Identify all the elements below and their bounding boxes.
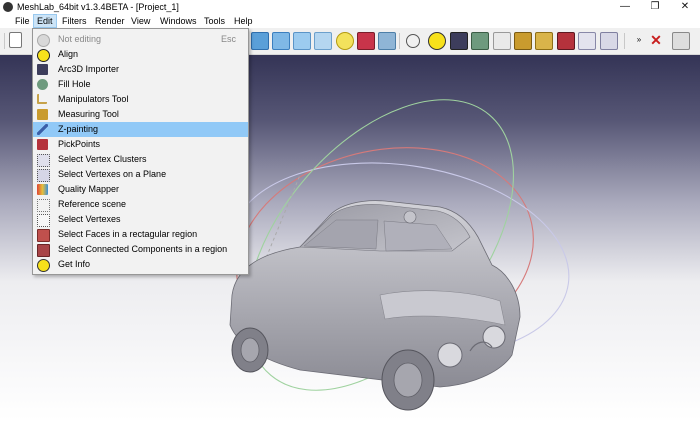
menu-item-label: Select Faces in a rectagular region	[58, 229, 198, 239]
menu-item-label: Select Vertex Clusters	[58, 154, 147, 164]
close-button[interactable]: ✕	[670, 0, 700, 14]
z-painting-tool-icon[interactable]	[535, 32, 553, 50]
z-painting-icon	[37, 124, 48, 135]
menu-item-select-vertexes[interactable]: Select Vertexes	[33, 212, 248, 227]
menu-windows[interactable]: Windows	[157, 14, 200, 28]
menu-tools[interactable]: Tools	[201, 14, 228, 28]
menu-item-label: Not editing	[58, 34, 102, 44]
menu-view[interactable]: View	[128, 14, 153, 28]
measuring-icon	[37, 109, 48, 120]
select-faces-icon	[37, 229, 50, 242]
menu-item-label: Align	[58, 49, 79, 59]
fill-hole-icon	[37, 79, 48, 90]
menu-item-fill-hole[interactable]: Fill Hole	[33, 77, 248, 92]
menu-item-label: Select Connected Components in a region	[58, 244, 228, 254]
menu-item-label: Manipulators Tool	[58, 94, 129, 104]
menu-item-label: Z-painting	[58, 124, 99, 134]
shortcut-label: Esc	[220, 34, 236, 44]
menu-item-label: Quality Mapper	[58, 184, 120, 194]
crosshair-icon[interactable]	[406, 34, 420, 48]
menu-item-label: Fill Hole	[58, 79, 91, 89]
menu-item-z-painting[interactable]: Z-painting	[33, 122, 248, 137]
new-project-icon[interactable]	[9, 32, 22, 48]
menu-item-get-info[interactable]: Get Info	[33, 257, 248, 272]
menu-item-select-faces-rect[interactable]: Select Faces in a rectagular region	[33, 227, 248, 242]
menu-item-label: Measuring Tool	[58, 109, 119, 119]
menu-render[interactable]: Render	[92, 14, 128, 28]
not-editing-icon	[37, 34, 50, 47]
menu-item-label: Arc3D Importer	[58, 64, 120, 74]
menu-item-pickpoints[interactable]: PickPoints	[33, 137, 248, 152]
menu-item-label: Get Info	[58, 259, 91, 269]
restore-button[interactable]: ❐	[640, 0, 670, 14]
select-vertexes-icon	[37, 214, 50, 227]
toolbar-separator	[399, 33, 400, 49]
delete-tool-icon[interactable]: ✕	[648, 32, 664, 48]
menu-item-not-editing[interactable]: Not editing Esc	[33, 32, 248, 47]
menu-item-label: PickPoints	[58, 139, 101, 149]
car-model	[229, 200, 521, 411]
toolbar-overflow-icon[interactable]: »	[631, 32, 647, 48]
menu-item-select-connected-components[interactable]: Select Connected Components in a region	[33, 242, 248, 257]
toolbar-grip[interactable]	[4, 33, 5, 49]
connected-components-icon	[37, 244, 50, 257]
select-tool-icon[interactable]	[672, 32, 690, 50]
vertex-clusters-tool-icon[interactable]	[578, 32, 596, 50]
meshlab-app-icon	[3, 2, 13, 12]
menu-item-quality-mapper[interactable]: Quality Mapper	[33, 182, 248, 197]
window-title: MeshLab_64bit v1.3.4BETA - [Project_1]	[17, 2, 179, 12]
manipulators-tool-icon[interactable]	[493, 32, 511, 50]
pickpoints-icon	[37, 139, 48, 150]
get-info-icon	[37, 259, 50, 272]
menu-item-label: Reference scene	[58, 199, 127, 209]
toolbar-separator-2	[624, 33, 625, 49]
render-mode-4-icon[interactable]	[314, 32, 332, 50]
texture-mode-icon[interactable]	[378, 32, 396, 50]
menu-item-label: Select Vertexes on a Plane	[58, 169, 167, 179]
align-icon	[37, 49, 50, 62]
vertexes-plane-tool-icon[interactable]	[600, 32, 618, 50]
menu-item-label: Select Vertexes	[58, 214, 121, 224]
side-mirror	[403, 210, 417, 224]
left-headlight	[437, 342, 463, 368]
title-bar: MeshLab_64bit v1.3.4BETA - [Project_1] —…	[0, 0, 700, 14]
pickpoints-tool-icon[interactable]	[557, 32, 575, 50]
fill-hole-tool-icon[interactable]	[471, 32, 489, 50]
measuring-tool-icon[interactable]	[514, 32, 532, 50]
manipulators-icon	[37, 94, 47, 104]
menu-item-reference-scene[interactable]: Reference scene	[33, 197, 248, 212]
render-mode-1-icon[interactable]	[251, 32, 269, 50]
right-headlight	[482, 325, 506, 349]
menu-item-measuring-tool[interactable]: Measuring Tool	[33, 107, 248, 122]
menu-help[interactable]: Help	[231, 14, 256, 28]
light-bulb-icon[interactable]	[336, 32, 354, 50]
arc3d-icon	[37, 64, 48, 75]
reference-scene-icon	[37, 199, 50, 212]
color-mode-icon[interactable]	[357, 32, 375, 50]
menu-filters[interactable]: Filters	[59, 14, 90, 28]
align-tool-icon[interactable]	[428, 32, 446, 50]
render-mode-2-icon[interactable]	[272, 32, 290, 50]
menu-file[interactable]: File	[12, 14, 33, 28]
quality-mapper-icon	[37, 184, 48, 195]
menu-item-align[interactable]: Align	[33, 47, 248, 62]
menu-edit[interactable]: Edit	[33, 14, 57, 28]
menu-bar: File Edit Filters Render View Windows To…	[0, 14, 700, 28]
render-mode-3-icon[interactable]	[293, 32, 311, 50]
vertexes-plane-icon	[37, 169, 50, 182]
arc3d-tool-icon[interactable]	[450, 32, 468, 50]
vertex-clusters-icon	[37, 154, 50, 167]
menu-item-select-vertex-clusters[interactable]: Select Vertex Clusters	[33, 152, 248, 167]
edit-dropdown-menu: Not editing Esc Align Arc3D Importer Fil…	[32, 28, 249, 275]
menu-item-select-vertexes-on-plane[interactable]: Select Vertexes on a Plane	[33, 167, 248, 182]
menu-item-arc3d-importer[interactable]: Arc3D Importer	[33, 62, 248, 77]
minimize-button[interactable]: —	[610, 0, 640, 14]
menu-item-manipulators-tool[interactable]: Manipulators Tool	[33, 92, 248, 107]
